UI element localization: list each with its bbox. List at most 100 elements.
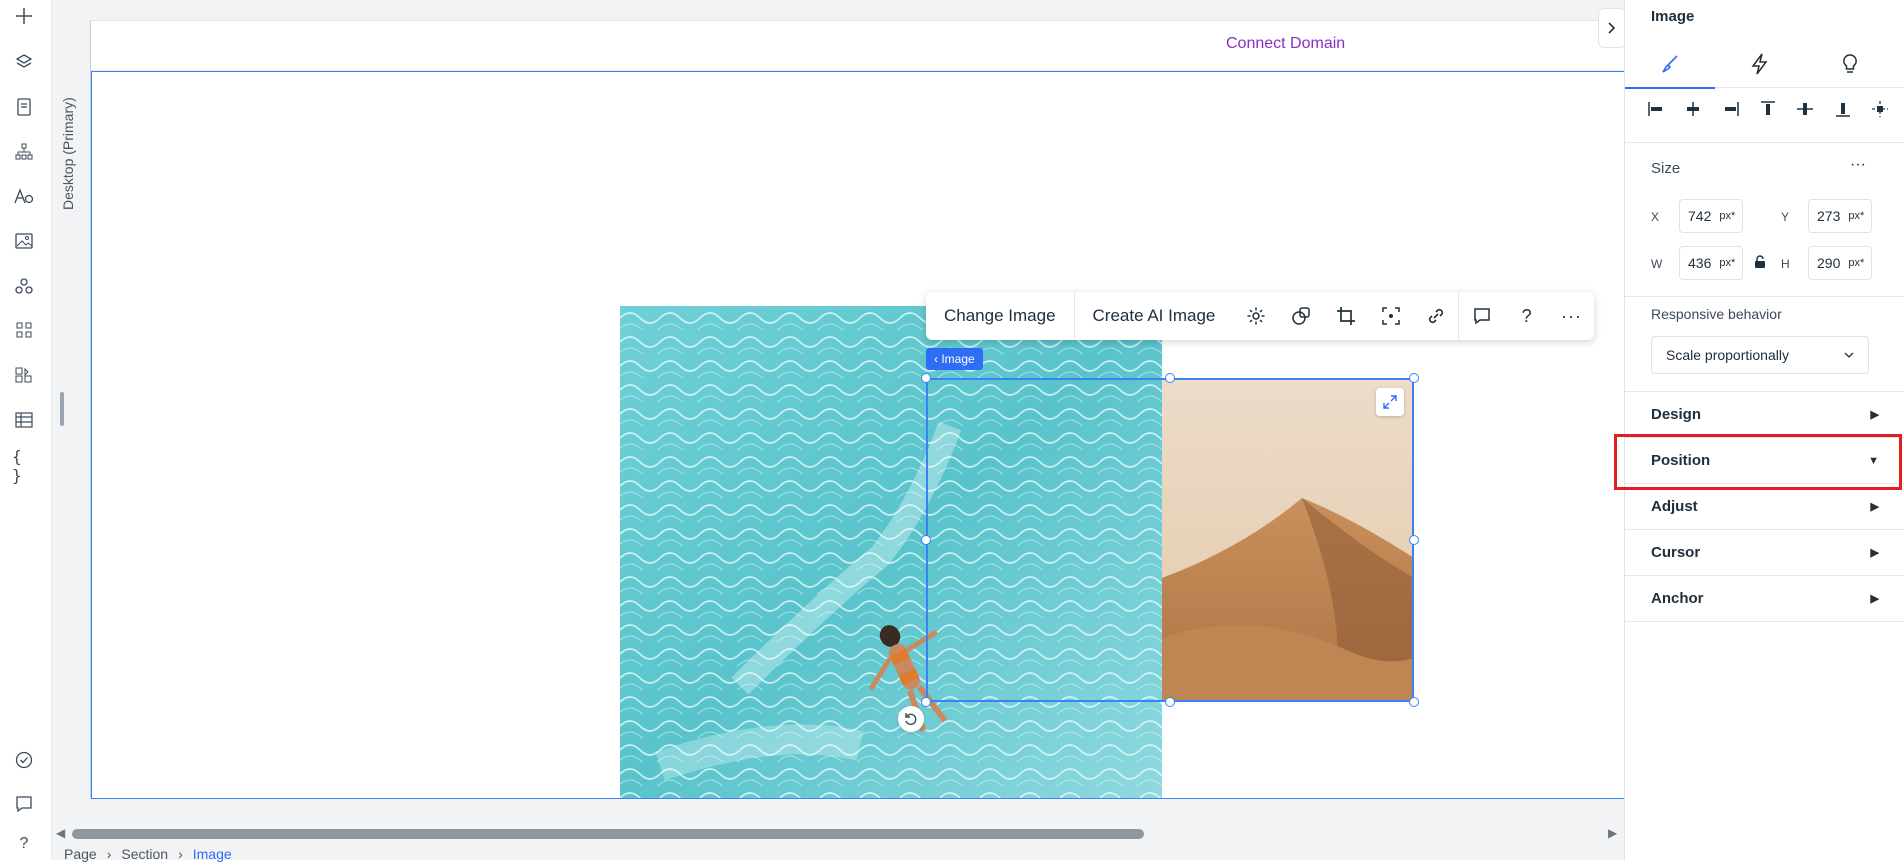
section-cursor[interactable]: Cursor ▶ (1625, 530, 1904, 576)
h-unit[interactable]: px* (1848, 257, 1864, 269)
link-icon[interactable] (1413, 292, 1458, 340)
apps-icon[interactable] (12, 318, 36, 342)
collapse-panel-button[interactable] (1598, 8, 1626, 48)
w-unit[interactable]: px* (1719, 257, 1735, 269)
align-left-icon[interactable] (1643, 96, 1669, 122)
resize-handle[interactable] (921, 373, 931, 383)
help-icon[interactable]: ? (1504, 292, 1549, 340)
rotate-icon[interactable] (898, 706, 924, 732)
align-middle-v-icon[interactable] (1792, 96, 1818, 122)
tab-interactions[interactable] (1715, 40, 1805, 88)
crop-icon[interactable] (1323, 292, 1368, 340)
header-section[interactable]: Connect Domain (91, 21, 1625, 71)
resize-handle[interactable] (1409, 373, 1419, 383)
section-adjust[interactable]: Adjust ▶ (1625, 484, 1904, 530)
connect-domain-link[interactable]: Connect Domain (1226, 35, 1345, 53)
divider (1625, 142, 1904, 143)
create-ai-image-button[interactable]: Create AI Image (1075, 292, 1234, 340)
align-center-h-icon[interactable] (1680, 96, 1706, 122)
align-top-icon[interactable] (1755, 96, 1781, 122)
layers-overlap-icon[interactable] (1278, 292, 1323, 340)
image-element-tag[interactable]: ‹ Image (926, 348, 983, 370)
resize-handle[interactable] (1409, 697, 1419, 707)
change-image-button[interactable]: Change Image (926, 292, 1074, 340)
expand-arrow-icon: ▶ (1870, 547, 1879, 559)
table-icon[interactable] (12, 408, 36, 432)
chevron-down-icon (1844, 352, 1854, 358)
expand-arrow-icon: ▶ (1870, 593, 1879, 605)
x-value: 742 (1688, 208, 1712, 224)
x-label: X (1651, 210, 1660, 224)
components-icon[interactable] (12, 274, 36, 298)
expand-icon[interactable] (1376, 388, 1404, 416)
w-field[interactable]: 436 px* (1679, 246, 1743, 280)
responsive-behavior-label: Responsive behavior (1651, 306, 1782, 322)
scroll-indicator (60, 392, 64, 426)
design-brush-icon (1662, 55, 1678, 73)
image-toolbar: Change Image Create AI Image ? ··· (926, 292, 1594, 340)
sitemap-icon[interactable] (12, 140, 36, 164)
x-field[interactable]: 742 px* (1679, 199, 1743, 233)
divider (1625, 296, 1904, 297)
business-apps-icon[interactable] (12, 363, 36, 387)
plus-icon[interactable] (12, 4, 36, 28)
ai-bulb-icon (1843, 54, 1857, 73)
tab-design[interactable] (1625, 40, 1715, 89)
y-value: 273 (1817, 208, 1841, 224)
section-anchor-label: Anchor (1651, 590, 1704, 607)
device-label[interactable]: Desktop (Primary) (60, 60, 82, 220)
layers-icon[interactable] (12, 50, 36, 74)
checklist-icon[interactable] (12, 748, 36, 772)
align-right-icon[interactable] (1718, 96, 1744, 122)
scroll-left-icon[interactable]: ◀ (56, 826, 65, 840)
scrollbar-thumb[interactable] (72, 829, 1144, 839)
help-icon[interactable]: ? (12, 832, 36, 856)
left-toolbar: { } ? (0, 0, 52, 860)
pages-icon[interactable] (12, 95, 36, 119)
code-icon[interactable]: { } (12, 447, 36, 485)
inspector-panel: Image Size X 742 px* Y 273 px* W 436 px*… (1624, 0, 1904, 860)
resize-handle[interactable] (1409, 535, 1419, 545)
tab-ai[interactable] (1805, 40, 1895, 88)
responsive-behavior-select[interactable]: Scale proportionally (1651, 336, 1869, 374)
resize-handle[interactable] (1165, 373, 1175, 383)
section-adjust-label: Adjust (1651, 498, 1698, 515)
more-icon[interactable]: ··· (1549, 292, 1594, 340)
interactions-bolt-icon (1751, 53, 1768, 75)
resize-handle[interactable] (921, 535, 931, 545)
w-label: W (1651, 257, 1663, 271)
section-design-label: Design (1651, 406, 1702, 423)
y-unit[interactable]: px* (1848, 210, 1864, 222)
alignment-tools (1643, 96, 1893, 124)
settings-icon[interactable] (1233, 292, 1278, 340)
y-label: Y (1781, 210, 1790, 224)
aspect-lock-icon[interactable] (1752, 254, 1768, 270)
h-label: H (1781, 257, 1790, 271)
media-icon[interactable] (12, 229, 36, 253)
align-bottom-icon[interactable] (1830, 96, 1856, 122)
chat-icon[interactable] (12, 792, 36, 816)
comment-icon[interactable] (1459, 292, 1504, 340)
device-label-text: Desktop (Primary) (60, 97, 76, 210)
horizontal-scrollbar[interactable]: ◀ ▶ (52, 824, 1624, 842)
resize-handle[interactable] (921, 697, 931, 707)
x-unit[interactable]: px* (1719, 210, 1735, 222)
selection-box[interactable] (926, 378, 1414, 702)
expand-arrow-icon: ▶ (1870, 409, 1879, 421)
section-design[interactable]: Design ▶ (1625, 392, 1904, 438)
distribute-icon[interactable] (1867, 96, 1893, 122)
h-field[interactable]: 290 px* (1808, 246, 1872, 280)
responsive-behavior-value: Scale proportionally (1666, 347, 1789, 363)
size-more-icon[interactable]: ··· (1850, 156, 1866, 174)
panel-tabs (1625, 40, 1904, 89)
section-cursor-label: Cursor (1651, 544, 1701, 561)
size-label: Size (1651, 160, 1681, 177)
text-theme-icon[interactable] (12, 184, 36, 208)
scroll-right-icon[interactable]: ▶ (1608, 826, 1617, 840)
expand-arrow-icon: ▶ (1870, 501, 1879, 513)
resize-handle[interactable] (1165, 697, 1175, 707)
h-value: 290 (1817, 255, 1841, 271)
section-anchor[interactable]: Anchor ▶ (1625, 576, 1904, 622)
focal-point-icon[interactable] (1368, 292, 1413, 340)
y-field[interactable]: 273 px* (1808, 199, 1872, 233)
